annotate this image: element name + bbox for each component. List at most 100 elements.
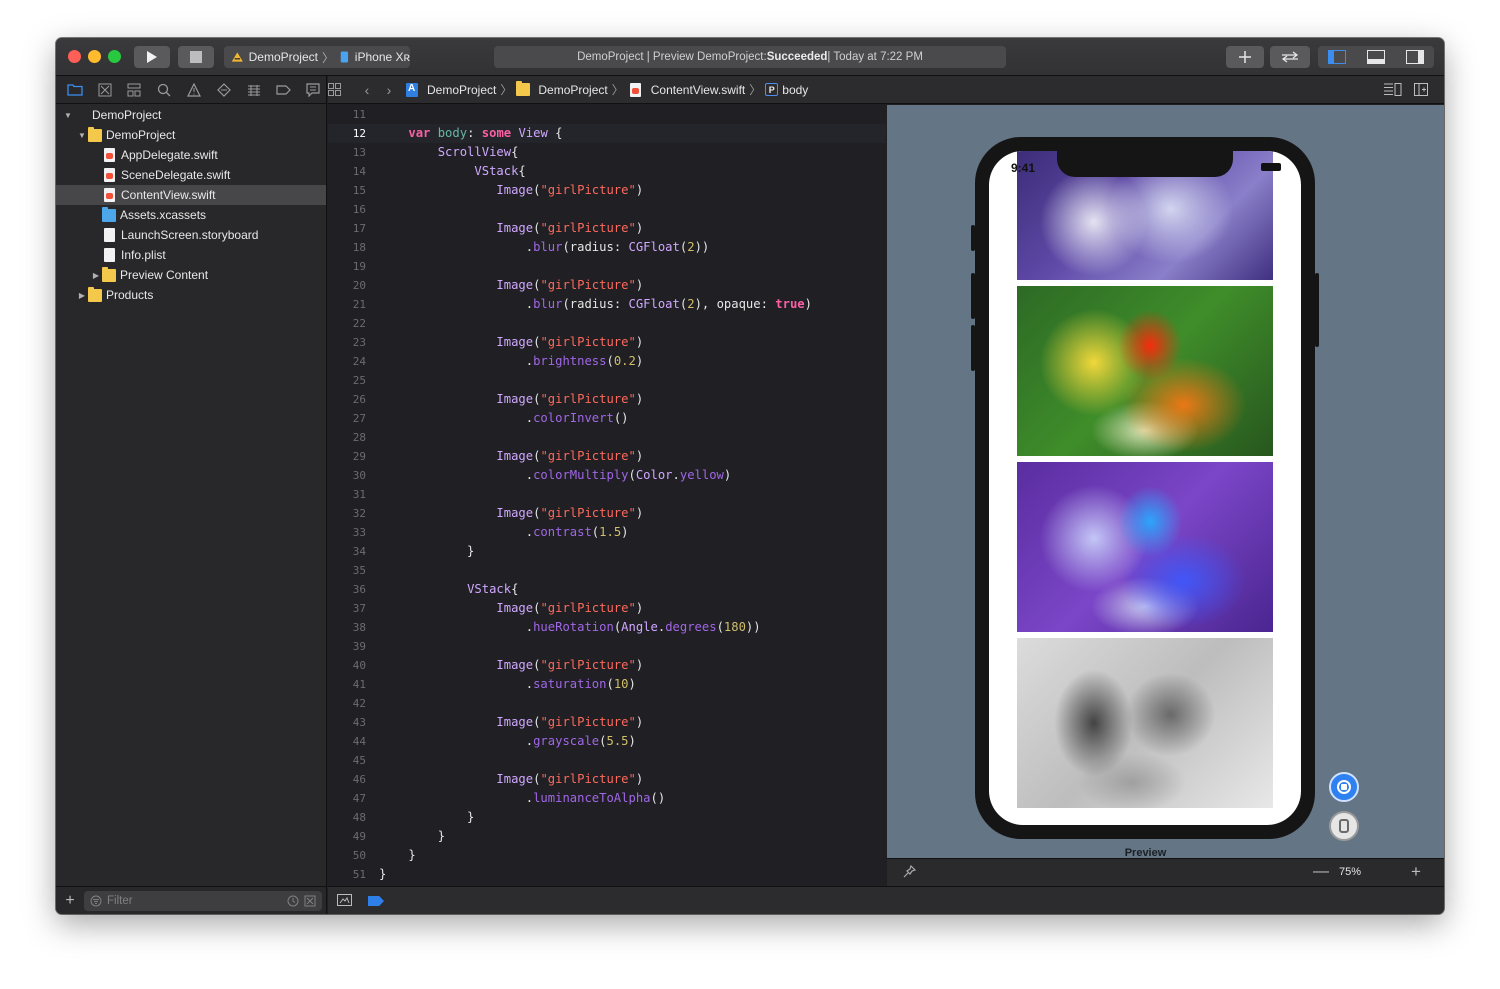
disclosure-closed-icon[interactable]: ▶ [76,291,88,300]
line-number: 45 [352,754,366,767]
breadcrumb-symbol[interactable]: P body [765,83,808,97]
code-line[interactable]: 30 .colorMultiply(Color.yellow) [328,466,886,485]
code-line[interactable]: 40 Image("girlPicture") [328,656,886,675]
file-tree-row[interactable]: LaunchScreen.storyboard [56,225,326,245]
debug-nav-icon[interactable] [241,80,267,100]
live-preview-button[interactable] [1329,772,1359,802]
file-tree-row[interactable]: ContentView.swift [56,185,326,205]
debug-area-toggle-icon[interactable] [1366,50,1385,64]
zoom-level[interactable]: 75% [1339,866,1361,878]
code-line[interactable]: 43 Image("girlPicture") [328,713,886,732]
code-line[interactable]: 31 [328,485,886,504]
code-text: } [379,848,416,862]
code-line[interactable]: 17 Image("girlPicture") [328,219,886,238]
code-line[interactable]: 15 Image("girlPicture") [328,181,886,200]
code-line[interactable]: 34 } [328,542,886,561]
disclosure-open-icon[interactable]: ▼ [76,131,88,140]
code-line[interactable]: 50 } [328,846,886,865]
code-line[interactable]: 35 [328,561,886,580]
code-line[interactable]: 14 VStack{ [328,162,886,181]
breadcrumb-project[interactable]: DemoProject [406,82,496,97]
filter-field[interactable]: Filter [84,890,322,911]
code-line[interactable]: 39 [328,637,886,656]
back-arrow-icon[interactable]: ‹ [356,82,378,98]
inspector-toggle-icon[interactable] [1405,50,1424,64]
breakpoints-toggle-icon[interactable] [368,896,384,906]
code-line[interactable]: 20 Image("girlPicture") [328,276,886,295]
disclosure-open-icon[interactable]: ▼ [62,111,74,120]
zoom-in-button[interactable]: + [1411,862,1421,882]
code-line[interactable]: 19 [328,257,886,276]
code-line[interactable]: 42 [328,694,886,713]
code-line[interactable]: 11 [328,105,886,124]
file-tree-row[interactable]: AppDelegate.swift [56,145,326,165]
test-diamond-icon[interactable] [211,80,237,100]
code-line[interactable]: 28 [328,428,886,447]
file-tree-row[interactable]: ▶ Preview Content [56,265,326,285]
zoom-window-button[interactable] [108,50,121,63]
code-line[interactable]: 26 Image("girlPicture") [328,390,886,409]
scheme-selector[interactable]: DemoProject 〉 iPhone Xʀ [224,46,410,68]
symbol-nav-icon[interactable] [122,80,148,100]
code-line[interactable]: 24 .brightness(0.2) [328,352,886,371]
source-control-nav-icon[interactable] [92,80,118,100]
source-control-filter-icon[interactable] [304,895,316,907]
editor-options-icon[interactable] [1384,83,1414,96]
code-line[interactable]: 38 .hueRotation(Angle.degrees(180)) [328,618,886,637]
report-nav-icon[interactable] [300,80,326,100]
code-line[interactable]: 48 } [328,808,886,827]
code-line[interactable]: 44 .grayscale(5.5) [328,732,886,751]
file-tree-row[interactable]: ▼ DemoProject [56,125,326,145]
file-tree-row[interactable]: SceneDelegate.swift [56,165,326,185]
code-line[interactable]: 25 [328,371,886,390]
code-line[interactable]: 23 Image("girlPicture") [328,333,886,352]
code-line[interactable]: 47 .luminanceToAlpha() [328,789,886,808]
code-line[interactable]: 37 Image("girlPicture") [328,599,886,618]
folder-nav-icon[interactable] [62,80,88,100]
code-line[interactable]: 45 [328,751,886,770]
code-line[interactable]: 33 .contrast(1.5) [328,523,886,542]
search-icon[interactable] [151,80,177,100]
code-line[interactable]: 22 [328,314,886,333]
file-tree-row[interactable]: ▼ DemoProject [56,105,326,125]
related-items-icon[interactable] [328,83,356,96]
pin-icon[interactable] [903,865,916,878]
code-line[interactable]: 29 Image("girlPicture") [328,447,886,466]
breakpoint-nav-icon[interactable] [270,80,296,100]
breadcrumb-group[interactable]: DemoProject [516,81,608,97]
code-line[interactable]: 41 .saturation(10) [328,675,886,694]
code-line[interactable]: 51} [328,865,886,884]
code-line[interactable]: 18 .blur(radius: CGFloat(2)) [328,238,886,257]
file-tree-row[interactable]: Info.plist [56,245,326,265]
code-line[interactable]: 27 .colorInvert() [328,409,886,428]
code-line[interactable]: 49 } [328,827,886,846]
code-line[interactable]: 16 [328,200,886,219]
file-tree-row[interactable]: Assets.xcassets [56,205,326,225]
code-line[interactable]: 13 ScrollView{ [328,143,886,162]
disclosure-closed-icon[interactable]: ▶ [90,271,102,280]
code-line[interactable]: 46 Image("girlPicture") [328,770,886,789]
code-line[interactable]: 21 .blur(radius: CGFloat(2), opaque: tru… [328,295,886,314]
file-tree-row[interactable]: ▶ Products [56,285,326,305]
issue-warning-icon[interactable] [181,80,207,100]
add-file-button[interactable]: + [56,892,84,910]
preview-on-device-button[interactable] [1329,811,1359,841]
navigator-toggle-icon[interactable] [1328,50,1347,64]
breadcrumb-file[interactable]: ContentView.swift [628,82,745,97]
add-editor-icon[interactable] [1414,83,1444,96]
close-window-button[interactable] [68,50,81,63]
forward-arrow-icon[interactable]: › [378,82,400,98]
minimize-window-button[interactable] [88,50,101,63]
code-review-button[interactable] [1270,46,1310,68]
zoom-out-button[interactable]: — [1313,863,1329,881]
phone-screen[interactable]: 9:41 [989,151,1301,825]
code-line[interactable]: 36 VStack{ [328,580,886,599]
code-line[interactable]: 32 Image("girlPicture") [328,504,886,523]
hide-debug-area-icon[interactable] [337,894,352,906]
stop-button[interactable] [178,46,214,68]
recent-files-icon[interactable] [287,895,299,907]
library-button[interactable] [1226,46,1264,68]
code-line[interactable]: 12 var body: some View { [328,124,886,143]
run-button[interactable] [134,46,170,68]
source-editor[interactable]: 11 12 var body: some View {13 ScrollView{… [328,105,886,886]
